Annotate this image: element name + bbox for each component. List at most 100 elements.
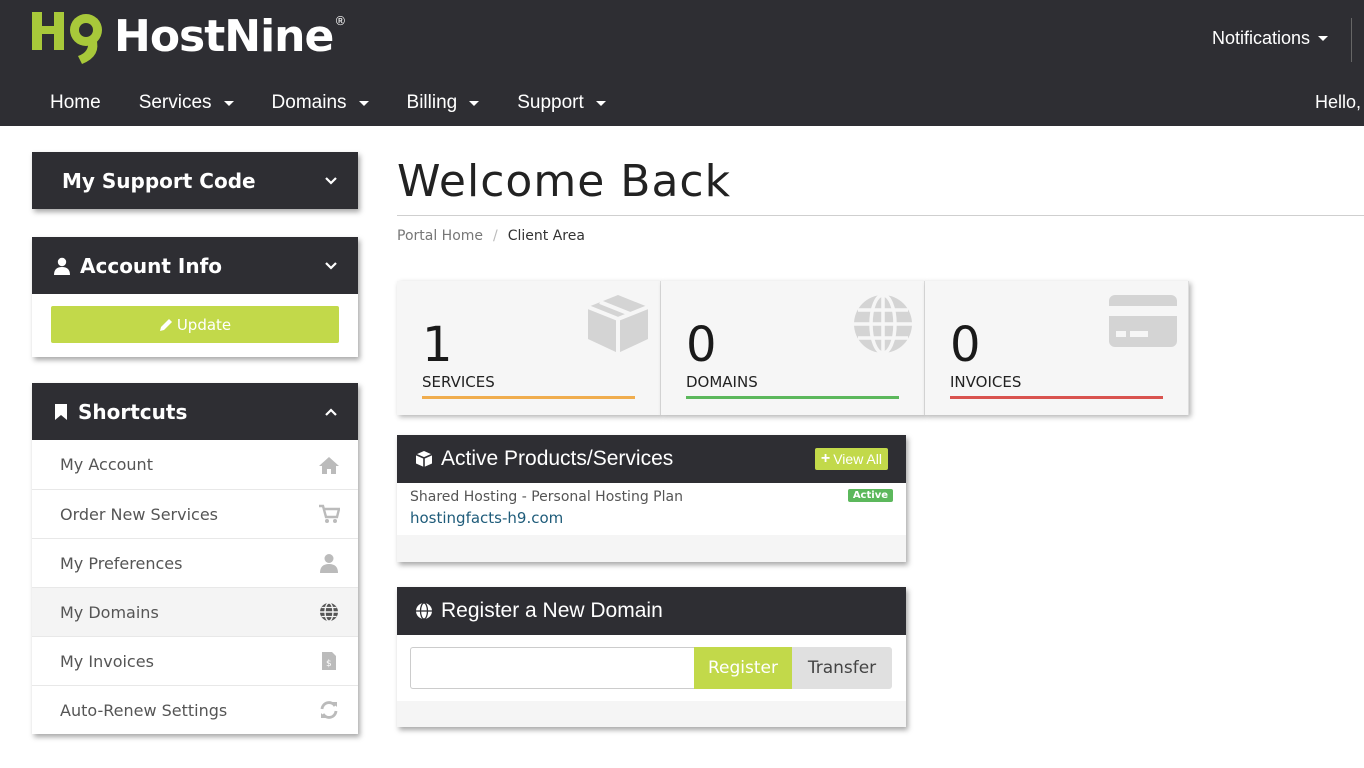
support-code-panel: My Support Code (32, 152, 358, 209)
invoices-bar (950, 396, 1163, 399)
shortcut-label: My Invoices (60, 651, 154, 671)
svg-text:$: $ (326, 659, 332, 669)
shortcut-auto-renew-settings[interactable]: Auto-Renew Settings (32, 685, 358, 734)
register-button[interactable]: Register (694, 647, 792, 689)
support-code-title: My Support Code (62, 168, 256, 193)
active-products-title: Active Products/Services (441, 447, 674, 470)
active-products-header: Active Products/Services + View All (397, 435, 906, 483)
nav-domains[interactable]: Domains (272, 92, 369, 114)
active-products-panel: Active Products/Services + View All Shar… (397, 435, 906, 562)
shortcut-my-invoices[interactable]: My Invoices $ (32, 636, 358, 685)
main-nav: Home Services Domains Billing Support (50, 92, 644, 114)
nav-home[interactable]: Home (50, 92, 101, 114)
user-icon (54, 257, 70, 275)
nav-home-label: Home (50, 92, 101, 113)
register-domain-header: Register a New Domain (397, 587, 906, 635)
chevron-down-icon (325, 261, 337, 270)
nav-services-label: Services (138, 92, 212, 113)
shortcut-label: My Account (60, 455, 153, 474)
tile-domains[interactable]: 0 DOMAINS (661, 281, 925, 415)
shortcut-label: My Domains (60, 602, 159, 622)
globe-icon (318, 601, 340, 623)
shortcuts-title: Shortcuts (78, 399, 188, 424)
register-domain-title: Register a New Domain (441, 599, 663, 622)
shortcut-my-domains[interactable]: My Domains (32, 587, 358, 636)
chevron-down-icon (1318, 36, 1328, 41)
pencil-icon (159, 318, 172, 331)
shortcuts-header[interactable]: Shortcuts (32, 383, 358, 440)
update-label: Update (176, 315, 232, 334)
bookmark-icon (55, 403, 67, 420)
register-domain-form: Register Transfer (397, 635, 906, 701)
product-domain-link[interactable]: hostingfacts-h9.com (410, 509, 893, 527)
user-icon (318, 552, 340, 574)
invoices-count: 0 (950, 317, 981, 373)
chevron-down-icon (358, 100, 369, 106)
breadcrumb-separator: / (493, 228, 498, 244)
stats-tiles: 1 SERVICES 0 DOMAINS 0 INVOICES (397, 281, 1189, 415)
domains-label: DOMAINS (686, 373, 758, 391)
shortcut-my-account[interactable]: My Account (32, 440, 358, 489)
nav-domains-label: Domains (271, 92, 347, 113)
support-code-header[interactable]: My Support Code (32, 152, 358, 209)
credit-card-icon (1109, 295, 1177, 347)
registered-mark: ® (334, 14, 347, 28)
nav-billing-label: Billing (406, 92, 458, 113)
home-icon (318, 454, 340, 476)
globe-icon (416, 602, 432, 620)
cube-icon (587, 295, 649, 353)
account-info-title: Account Info (80, 253, 223, 278)
globe-icon (854, 293, 912, 355)
divider (1351, 18, 1352, 62)
breadcrumb-current: Client Area (507, 228, 585, 244)
shortcut-my-preferences[interactable]: My Preferences (32, 538, 358, 587)
domains-count: 0 (686, 317, 717, 373)
transfer-button[interactable]: Transfer (792, 647, 892, 689)
services-bar (422, 396, 635, 399)
status-badge: Active (847, 489, 893, 502)
nav-services[interactable]: Services (139, 92, 234, 114)
product-name: Shared Hosting - Personal Hosting Plan (410, 489, 683, 505)
nav-support[interactable]: Support (517, 92, 606, 114)
update-button[interactable]: Update (51, 306, 339, 343)
page-title: Welcome Back (397, 156, 732, 207)
invoices-label: INVOICES (950, 373, 1022, 391)
services-count: 1 (422, 317, 453, 373)
chevron-down-icon (469, 100, 480, 106)
shortcut-label: Auto-Renew Settings (60, 700, 228, 720)
h9-logo-mark (32, 12, 102, 64)
services-label: SERVICES (422, 373, 495, 391)
account-info-header[interactable]: Account Info (32, 237, 358, 294)
notifications-dropdown[interactable]: Notifications (1212, 28, 1328, 49)
breadcrumb: Portal Home / Client Area (397, 228, 585, 244)
view-all-label: View All (833, 451, 882, 467)
user-greeting[interactable]: Hello, (1315, 92, 1361, 113)
nav-support-label: Support (517, 92, 584, 113)
chevron-down-icon (595, 100, 606, 106)
plus-icon: + (820, 450, 831, 467)
refresh-icon (318, 699, 340, 721)
breadcrumb-home[interactable]: Portal Home (397, 228, 483, 244)
tile-services[interactable]: 1 SERVICES (397, 281, 661, 415)
shortcuts-panel: Shortcuts My Account Order New Services … (32, 383, 358, 734)
nav-billing[interactable]: Billing (407, 92, 480, 114)
top-header: HostNine ® Notifications Home Services D… (0, 0, 1364, 126)
chevron-down-icon (325, 176, 337, 185)
cube-icon (415, 451, 433, 467)
product-row[interactable]: Shared Hosting - Personal Hosting Plan h… (397, 483, 906, 535)
chevron-down-icon (223, 100, 234, 106)
account-info-panel: Account Info Update (32, 237, 358, 357)
domain-search-input[interactable] (410, 647, 694, 689)
chevron-up-icon (325, 407, 337, 416)
shortcut-label: My Preferences (60, 553, 183, 573)
register-domain-panel: Register a New Domain Register Transfer (397, 587, 906, 727)
shortcut-label: Order New Services (60, 504, 219, 524)
notifications-label: Notifications (1211, 28, 1310, 48)
view-all-button[interactable]: + View All (814, 448, 888, 470)
tile-invoices[interactable]: 0 INVOICES (925, 281, 1189, 415)
shortcut-order-new-services[interactable]: Order New Services (32, 489, 358, 538)
brand-logo[interactable]: HostNine ® (30, 8, 346, 66)
brand-name: HostNine (114, 11, 334, 62)
invoice-icon: $ (318, 650, 340, 672)
domains-bar (686, 396, 899, 399)
